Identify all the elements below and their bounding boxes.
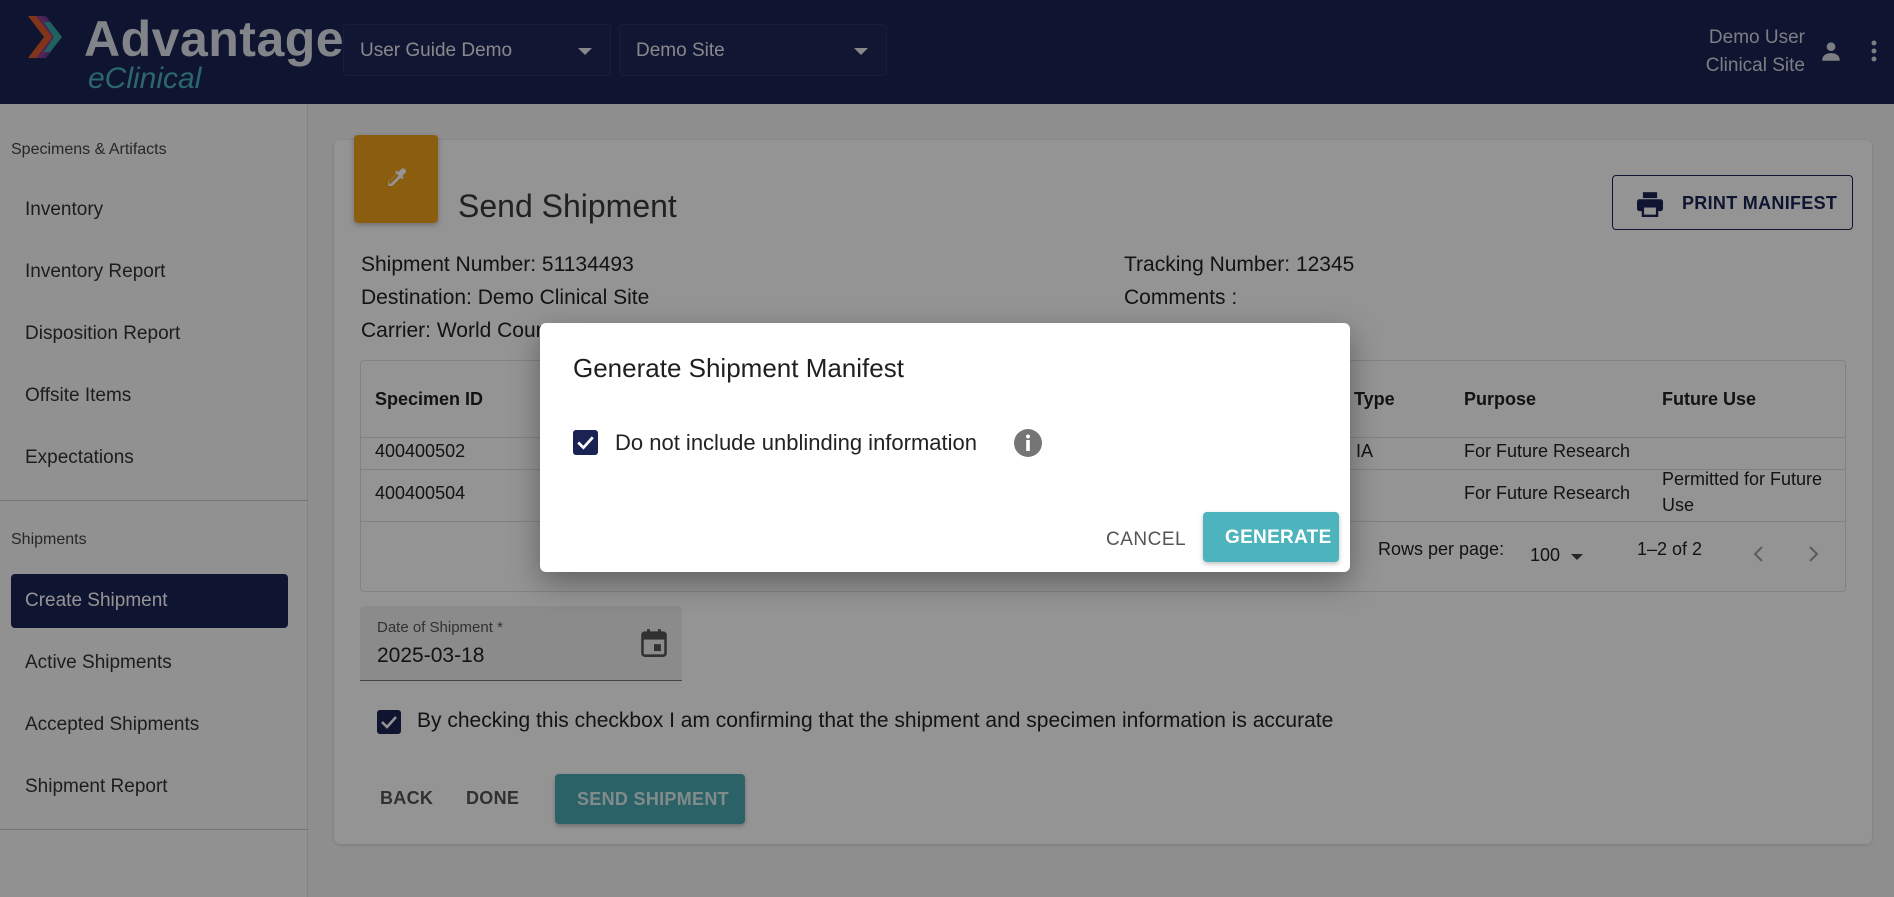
exclude-unblinding-checkbox[interactable] xyxy=(573,430,598,455)
cancel-label: CANCEL xyxy=(1106,529,1187,550)
generate-label: GENERATE xyxy=(1225,527,1332,548)
checkmark-icon xyxy=(577,436,594,450)
cancel-button[interactable]: CANCEL xyxy=(1106,525,1188,555)
info-icon[interactable] xyxy=(1013,428,1043,458)
generate-button[interactable]: GENERATE xyxy=(1203,512,1339,562)
exclude-unblinding-label[interactable]: Do not include unblinding information xyxy=(615,430,977,456)
generate-manifest-dialog: Generate Shipment Manifest Do not includ… xyxy=(540,323,1350,572)
dialog-title: Generate Shipment Manifest xyxy=(573,353,904,383)
